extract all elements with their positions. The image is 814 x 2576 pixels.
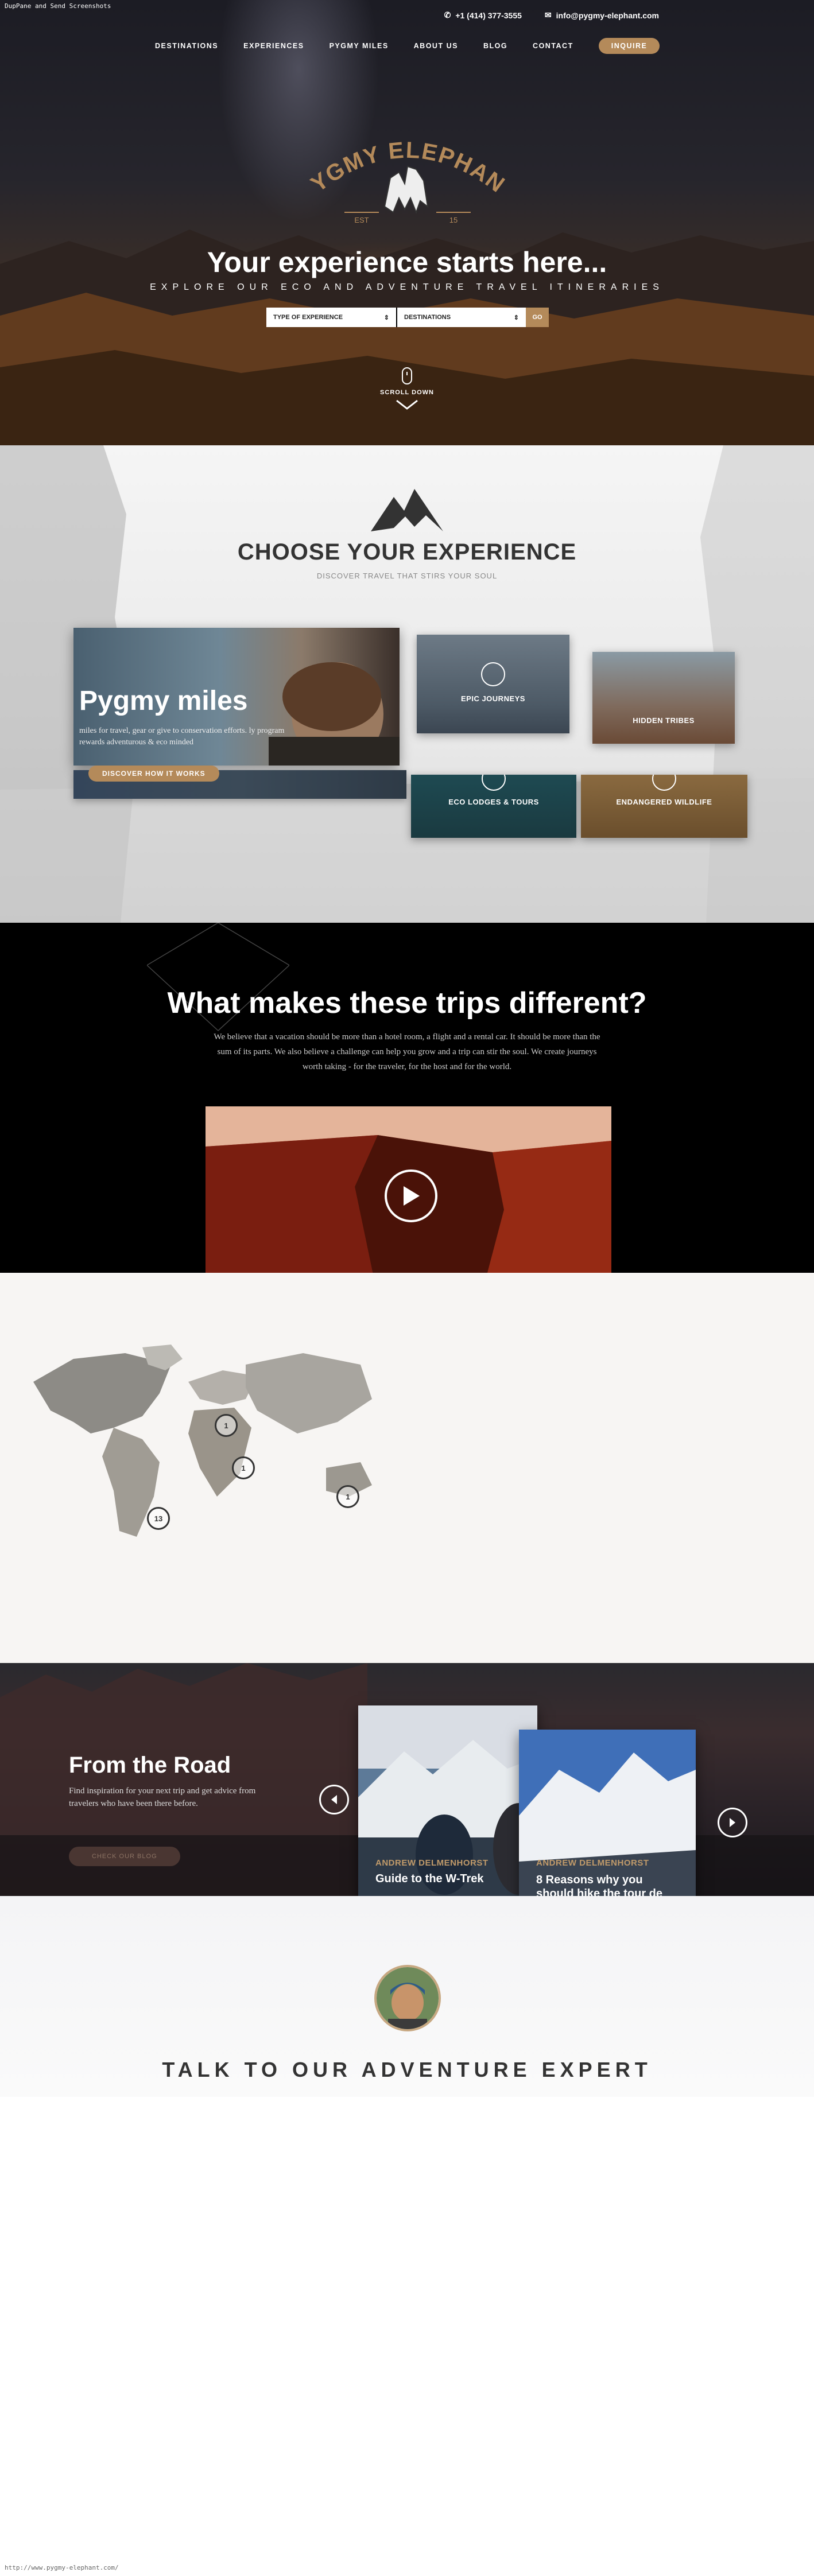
difference-section: What makes these trips different? We bel… xyxy=(0,923,814,1273)
trip-search: TYPE OF EXPERIENCE ⇕ DESTINATIONS ⇕ GO xyxy=(266,308,549,327)
epic-journeys-card[interactable]: EPIC JOURNEYS xyxy=(417,635,569,733)
nav-pygmy-miles[interactable]: PYGMY MILES xyxy=(330,42,389,50)
wildlife-icon xyxy=(652,775,676,791)
destinations-map-section: 13 1 1 1 xyxy=(0,1273,814,1663)
play-icon xyxy=(404,1186,420,1206)
child-photo xyxy=(269,662,400,766)
experience-title: CHOOSE YOUR EXPERIENCE xyxy=(237,539,577,565)
experience-type-select[interactable]: TYPE OF EXPERIENCE ⇕ xyxy=(266,308,396,327)
blog-title: From the Road xyxy=(69,1753,231,1778)
lodge-icon xyxy=(482,775,506,791)
mountain-icon xyxy=(371,489,443,531)
chevron-right-icon xyxy=(730,1818,735,1827)
brand-logo[interactable]: PYGMY ELEPHANT EST 15 xyxy=(290,106,517,241)
mont-blanc-photo xyxy=(519,1730,696,1896)
pygmy-miles-card[interactable]: Pygmy miles miles for travel, gear or gi… xyxy=(73,628,400,766)
email-address: info@pygmy-elephant.com xyxy=(556,10,659,20)
phone-icon: ✆ xyxy=(444,10,451,20)
endangered-wildlife-label: ENDANGERED WILDLIFE xyxy=(616,798,712,806)
blog-post-card[interactable]: ANDREW DELMENHORST 8 Reasons why you sho… xyxy=(519,1730,696,1896)
blog-section: From the Road Find inspiration for your … xyxy=(0,1663,814,1896)
carousel-prev-button[interactable] xyxy=(319,1785,349,1815)
eco-lodges-label: ECO LODGES & TOURS xyxy=(448,798,539,806)
carousel-next-button[interactable] xyxy=(718,1808,747,1837)
scroll-down[interactable]: SCROLL DOWN xyxy=(378,367,436,411)
phone-contact[interactable]: ✆ +1 (414) 377-3555 xyxy=(444,10,522,20)
experience-section: CHOOSE YOUR EXPERIENCE DISCOVER TRAVEL T… xyxy=(0,445,814,923)
chevron-down-icon xyxy=(396,399,418,410)
pygmy-miles-card-strip: DISCOVER HOW IT WORKS xyxy=(73,766,406,799)
main-nav: DESTINATIONS EXPERIENCES PYGMY MILES ABO… xyxy=(155,38,660,54)
expert-section: TALK TO OUR ADVENTURE EXPERT xyxy=(0,1896,814,2097)
hero-section: ✆ +1 (414) 377-3555 ✉ info@pygmy-elephan… xyxy=(0,0,814,445)
blog-post-card[interactable]: ANDREW DELMENHORST Guide to the W-Trek xyxy=(358,1705,537,1896)
pygmy-miles-text: miles for travel, gear or give to conser… xyxy=(79,726,285,747)
expert-title: TALK TO OUR ADVENTURE EXPERT xyxy=(162,2058,652,2081)
canyon-video[interactable] xyxy=(206,1106,611,1273)
go-button[interactable]: GO xyxy=(526,308,549,327)
nav-about-us[interactable]: ABOUT US xyxy=(414,42,458,50)
hero-subtitle: EXPLORE OUR ECO AND ADVENTURE TRAVEL ITI… xyxy=(150,282,664,292)
contact-bar: ✆ +1 (414) 377-3555 ✉ info@pygmy-elephan… xyxy=(444,10,659,20)
endangered-wildlife-card[interactable]: ENDANGERED WILDLIFE xyxy=(581,775,747,838)
avatar xyxy=(374,1965,441,2031)
discover-how-button[interactable]: DISCOVER HOW IT WORKS xyxy=(88,766,219,782)
eco-lodges-card[interactable]: ECO LODGES & TOURS xyxy=(411,775,576,838)
globe-icon xyxy=(481,662,505,686)
mouse-icon xyxy=(402,367,412,384)
inquire-button[interactable]: INQUIRE xyxy=(598,38,660,54)
experience-type-value: TYPE OF EXPERIENCE xyxy=(273,314,343,321)
post-author: ANDREW DELMENHORST xyxy=(536,1858,649,1868)
difference-text: We believe that a vacation should be mor… xyxy=(214,1032,600,1071)
screenshot-tool-label: DupPane and Send Screenshots xyxy=(5,2,111,10)
map-marker-asia[interactable]: 1 xyxy=(336,1485,359,1508)
check-blog-button[interactable]: CHECK OUR BLOG xyxy=(69,1847,180,1866)
post-title: Guide to the W-Trek xyxy=(375,1872,484,1885)
blog-text: Find inspiration for your next trip and … xyxy=(69,1786,256,1808)
difference-title: What makes these trips different? xyxy=(167,986,647,1020)
post-title: 8 Reasons why you should hike the tour d… xyxy=(536,1874,663,1896)
world-map xyxy=(33,1345,372,1537)
email-contact[interactable]: ✉ info@pygmy-elephant.com xyxy=(545,10,659,20)
epic-journeys-label: EPIC JOURNEYS xyxy=(461,694,525,703)
nav-destinations[interactable]: DESTINATIONS xyxy=(155,42,218,50)
page-url: http://www.pygmy-elephant.com/ xyxy=(5,2564,119,2571)
scroll-down-label: SCROLL DOWN xyxy=(380,389,434,396)
phone-number: +1 (414) 377-3555 xyxy=(455,10,522,20)
map-marker-europe[interactable]: 1 xyxy=(215,1414,238,1437)
nav-blog[interactable]: BLOG xyxy=(483,42,507,50)
post-author: ANDREW DELMENHORST xyxy=(375,1858,489,1868)
destination-select[interactable]: DESTINATIONS ⇕ xyxy=(396,308,526,327)
chevron-left-icon xyxy=(331,1795,337,1804)
elephant-logo-icon: PYGMY ELEPHANT EST 15 xyxy=(290,106,509,224)
play-button[interactable] xyxy=(385,1170,437,1222)
select-arrows-icon: ⇕ xyxy=(383,314,389,321)
nav-experiences[interactable]: EXPERIENCES xyxy=(243,42,304,50)
experience-subtitle: DISCOVER TRAVEL THAT STIRS YOUR SOUL xyxy=(316,572,498,580)
pygmy-miles-title: Pygmy miles xyxy=(79,686,248,716)
svg-text:15: 15 xyxy=(449,216,458,224)
svg-text:EST: EST xyxy=(354,216,369,224)
destination-value: DESTINATIONS xyxy=(404,314,451,321)
map-marker-south-america[interactable]: 13 xyxy=(147,1507,170,1530)
hidden-tribes-label: HIDDEN TRIBES xyxy=(633,716,695,725)
select-arrows-icon: ⇕ xyxy=(513,314,519,321)
map-marker-africa[interactable]: 1 xyxy=(232,1456,255,1479)
mail-icon: ✉ xyxy=(544,10,552,20)
nav-contact[interactable]: CONTACT xyxy=(533,42,573,50)
hidden-tribes-card[interactable]: HIDDEN TRIBES xyxy=(592,652,735,744)
expert-portrait xyxy=(377,1967,439,2029)
hero-title: Your experience starts here... xyxy=(207,246,607,278)
